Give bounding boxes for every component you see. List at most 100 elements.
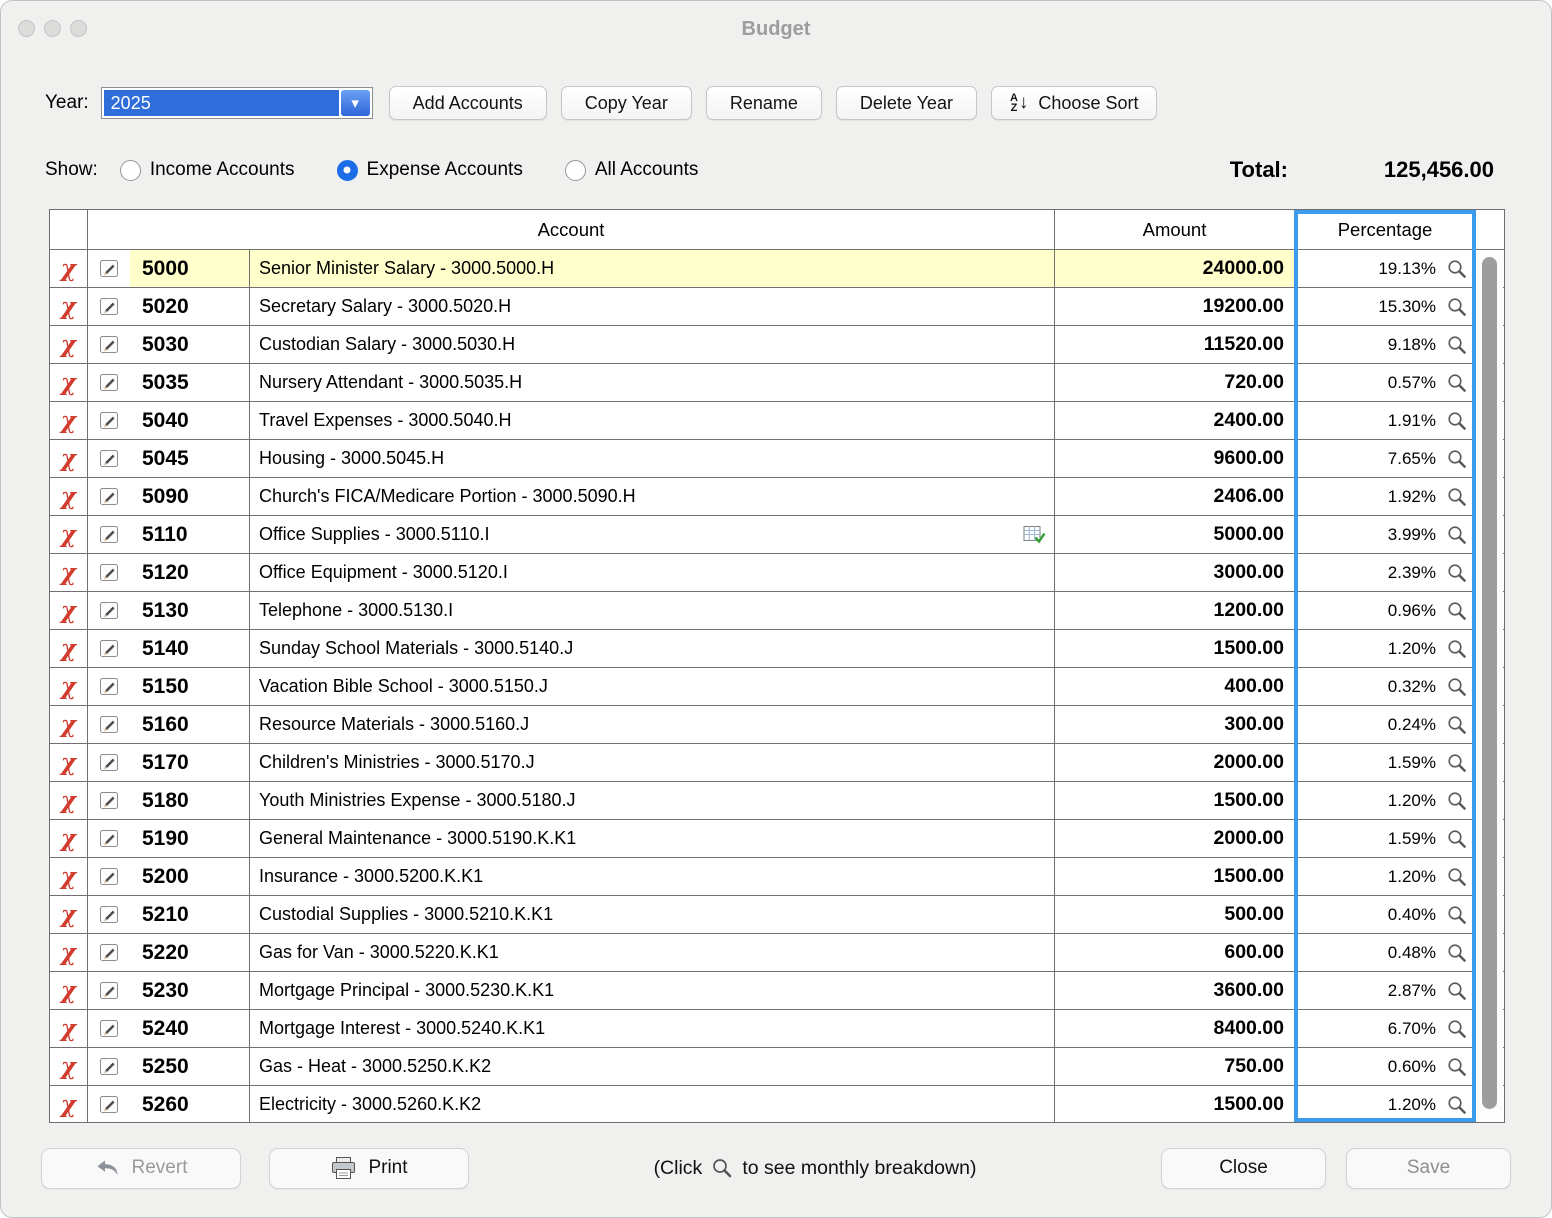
- account-name[interactable]: Electricity - 3000.5260.K.K2: [250, 1086, 1055, 1123]
- amount-cell[interactable]: 1500.00: [1055, 630, 1295, 667]
- magnifier-button[interactable]: [1446, 942, 1468, 964]
- percentage-cell[interactable]: 1.20%: [1295, 630, 1476, 667]
- amount-cell[interactable]: 5000.00: [1055, 516, 1295, 553]
- magnifier-button[interactable]: [1446, 410, 1468, 432]
- choose-sort-button[interactable]: AZ↓ Choose Sort: [991, 86, 1158, 120]
- delete-row-button[interactable]: χ: [50, 744, 88, 781]
- account-number[interactable]: 5160: [130, 706, 250, 743]
- amount-cell[interactable]: 2400.00: [1055, 402, 1295, 439]
- edit-row-button[interactable]: [88, 630, 130, 667]
- magnifier-button[interactable]: [1446, 486, 1468, 508]
- percentage-cell[interactable]: 0.24%: [1295, 706, 1476, 743]
- delete-row-button[interactable]: χ: [50, 782, 88, 819]
- account-number[interactable]: 5020: [130, 288, 250, 325]
- delete-row-button[interactable]: χ: [50, 972, 88, 1009]
- delete-row-button[interactable]: χ: [50, 592, 88, 629]
- amount-cell[interactable]: 2000.00: [1055, 820, 1295, 857]
- delete-row-button[interactable]: χ: [50, 364, 88, 401]
- delete-row-button[interactable]: χ: [50, 668, 88, 705]
- magnifier-button[interactable]: [1446, 524, 1468, 546]
- edit-row-button[interactable]: [88, 706, 130, 743]
- account-number[interactable]: 5190: [130, 820, 250, 857]
- magnifier-button[interactable]: [1446, 828, 1468, 850]
- year-select[interactable]: 2025 ▾: [101, 87, 373, 119]
- edit-row-button[interactable]: [88, 554, 130, 591]
- radio-income-accounts[interactable]: Income Accounts: [120, 159, 295, 181]
- minimize-window-button[interactable]: [44, 20, 61, 37]
- account-name[interactable]: Insurance - 3000.5200.K.K1: [250, 858, 1055, 895]
- edit-row-button[interactable]: [88, 972, 130, 1009]
- magnifier-button[interactable]: [1446, 1018, 1468, 1040]
- percentage-cell[interactable]: 1.92%: [1295, 478, 1476, 515]
- magnifier-button[interactable]: [1446, 296, 1468, 318]
- amount-cell[interactable]: 500.00: [1055, 896, 1295, 933]
- delete-row-button[interactable]: χ: [50, 820, 88, 857]
- account-number[interactable]: 5040: [130, 402, 250, 439]
- percentage-cell[interactable]: 3.99%: [1295, 516, 1476, 553]
- account-name[interactable]: Secretary Salary - 3000.5020.H: [250, 288, 1055, 325]
- delete-row-button[interactable]: χ: [50, 516, 88, 553]
- percentage-cell[interactable]: 0.32%: [1295, 668, 1476, 705]
- magnifier-button[interactable]: [1446, 904, 1468, 926]
- amount-cell[interactable]: 2406.00: [1055, 478, 1295, 515]
- account-number[interactable]: 5045: [130, 440, 250, 477]
- account-number[interactable]: 5230: [130, 972, 250, 1009]
- edit-row-button[interactable]: [88, 858, 130, 895]
- account-name[interactable]: Custodian Salary - 3000.5030.H: [250, 326, 1055, 363]
- delete-row-button[interactable]: χ: [50, 934, 88, 971]
- amount-cell[interactable]: 8400.00: [1055, 1010, 1295, 1047]
- edit-row-button[interactable]: [88, 1048, 130, 1085]
- magnifier-button[interactable]: [1446, 448, 1468, 470]
- percentage-cell[interactable]: 0.40%: [1295, 896, 1476, 933]
- percentage-cell[interactable]: 1.20%: [1295, 782, 1476, 819]
- account-number[interactable]: 5035: [130, 364, 250, 401]
- header-percentage[interactable]: Percentage: [1295, 210, 1476, 249]
- percentage-cell[interactable]: 0.57%: [1295, 364, 1476, 401]
- percentage-cell[interactable]: 1.91%: [1295, 402, 1476, 439]
- account-number[interactable]: 5180: [130, 782, 250, 819]
- delete-row-button[interactable]: χ: [50, 478, 88, 515]
- percentage-cell[interactable]: 0.96%: [1295, 592, 1476, 629]
- account-number[interactable]: 5200: [130, 858, 250, 895]
- account-name[interactable]: General Maintenance - 3000.5190.K.K1: [250, 820, 1055, 857]
- edit-row-button[interactable]: [88, 440, 130, 477]
- account-name[interactable]: Senior Minister Salary - 3000.5000.H: [250, 250, 1055, 287]
- magnifier-button[interactable]: [1446, 676, 1468, 698]
- account-number[interactable]: 5030: [130, 326, 250, 363]
- delete-row-button[interactable]: χ: [50, 630, 88, 667]
- magnifier-button[interactable]: [1446, 866, 1468, 888]
- delete-row-button[interactable]: χ: [50, 896, 88, 933]
- edit-row-button[interactable]: [88, 516, 130, 553]
- radio-expense-accounts[interactable]: Expense Accounts: [337, 159, 523, 181]
- revert-button[interactable]: Revert: [41, 1148, 241, 1189]
- radio-all-accounts[interactable]: All Accounts: [565, 159, 699, 181]
- account-name[interactable]: Telephone - 3000.5130.I: [250, 592, 1055, 629]
- delete-row-button[interactable]: χ: [50, 1086, 88, 1123]
- account-name[interactable]: Gas for Van - 3000.5220.K.K1: [250, 934, 1055, 971]
- delete-row-button[interactable]: χ: [50, 288, 88, 325]
- amount-cell[interactable]: 11520.00: [1055, 326, 1295, 363]
- account-number[interactable]: 5110: [130, 516, 250, 553]
- account-name[interactable]: Office Supplies - 3000.5110.I: [250, 516, 1055, 553]
- account-number[interactable]: 5150: [130, 668, 250, 705]
- account-name[interactable]: Housing - 3000.5045.H: [250, 440, 1055, 477]
- amount-cell[interactable]: 2000.00: [1055, 744, 1295, 781]
- percentage-cell[interactable]: 9.18%: [1295, 326, 1476, 363]
- account-number[interactable]: 5130: [130, 592, 250, 629]
- account-name[interactable]: Office Equipment - 3000.5120.I: [250, 554, 1055, 591]
- magnifier-button[interactable]: [1446, 714, 1468, 736]
- amount-cell[interactable]: 300.00: [1055, 706, 1295, 743]
- percentage-cell[interactable]: 1.59%: [1295, 820, 1476, 857]
- account-number[interactable]: 5120: [130, 554, 250, 591]
- amount-cell[interactable]: 1500.00: [1055, 1086, 1295, 1123]
- percentage-cell[interactable]: 15.30%: [1295, 288, 1476, 325]
- account-name[interactable]: Travel Expenses - 3000.5040.H: [250, 402, 1055, 439]
- magnifier-button[interactable]: [1446, 562, 1468, 584]
- percentage-cell[interactable]: 0.60%: [1295, 1048, 1476, 1085]
- account-number[interactable]: 5260: [130, 1086, 250, 1123]
- delete-row-button[interactable]: χ: [50, 326, 88, 363]
- delete-row-button[interactable]: χ: [50, 440, 88, 477]
- magnifier-button[interactable]: [1446, 752, 1468, 774]
- amount-cell[interactable]: 400.00: [1055, 668, 1295, 705]
- account-name[interactable]: Vacation Bible School - 3000.5150.J: [250, 668, 1055, 705]
